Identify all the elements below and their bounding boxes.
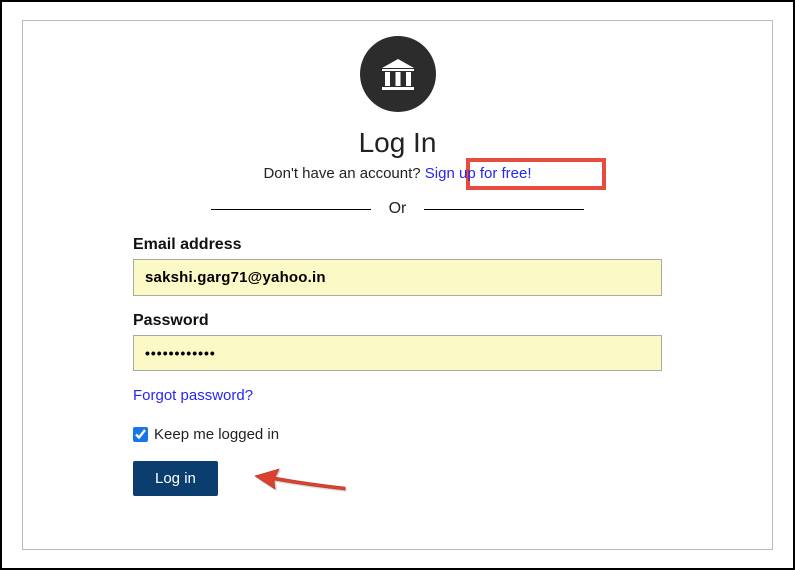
- divider-line-left: [211, 209, 371, 210]
- keep-logged-checkbox[interactable]: [133, 427, 148, 442]
- outer-frame: Log In Don't have an account? Sign up fo…: [0, 0, 795, 570]
- archive-logo-icon: [360, 36, 436, 112]
- page-title: Log In: [133, 127, 662, 159]
- forgot-password-link[interactable]: Forgot password?: [133, 387, 253, 404]
- divider-line-right: [424, 209, 584, 210]
- header-section: Log In Don't have an account? Sign up fo…: [133, 36, 662, 218]
- email-label: Email address: [133, 236, 662, 254]
- signup-link[interactable]: Sign up for free!: [425, 165, 532, 182]
- password-label: Password: [133, 312, 662, 330]
- keep-logged-label: Keep me logged in: [154, 426, 279, 443]
- password-field[interactable]: [133, 335, 662, 371]
- email-field[interactable]: [133, 259, 662, 296]
- signup-prompt-text: Don't have an account?: [263, 165, 424, 182]
- divider-text: Or: [371, 200, 425, 218]
- login-form: Email address Password Forgot password? …: [133, 236, 662, 496]
- login-card: Log In Don't have an account? Sign up fo…: [22, 20, 773, 550]
- signup-prompt: Don't have an account? Sign up for free!: [133, 165, 662, 182]
- arrow-annotation-icon: [253, 459, 353, 504]
- login-button[interactable]: Log in: [133, 461, 218, 496]
- divider-row: Or: [133, 200, 662, 218]
- keep-logged-row: Keep me logged in: [133, 426, 662, 443]
